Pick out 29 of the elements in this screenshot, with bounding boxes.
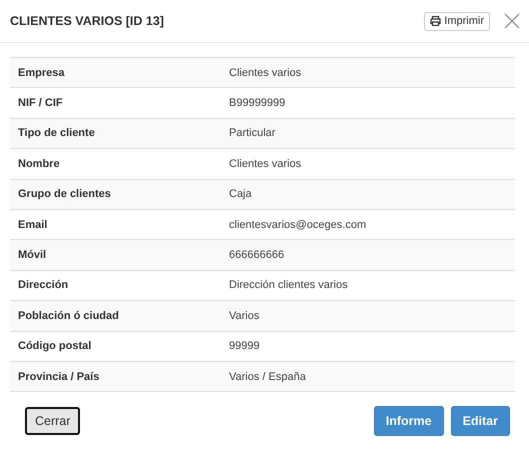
field-value: Varios / España (229, 370, 306, 383)
field-value: Caja (229, 188, 252, 200)
field-value: Varios (229, 310, 260, 322)
field-value: 666666666 (229, 249, 284, 262)
field-label: Grupo de clientes (17, 188, 112, 200)
field-value: 99999 (229, 340, 260, 352)
field-label: NIF / CIF (17, 97, 64, 110)
field-value: Particular (229, 127, 276, 140)
field-label: Email (17, 218, 48, 231)
field-value: Clientes varios (229, 66, 302, 79)
window-title: CLIENTES VARIOS [ID 13] (10, 14, 165, 28)
report-button[interactable]: Informe (374, 406, 444, 436)
field-label: Provincia / País (17, 370, 100, 383)
field-label: Código postal (17, 340, 92, 352)
field-label: Población ó ciudad (17, 310, 120, 322)
printer-icon (430, 16, 442, 26)
edit-button[interactable]: Editar (450, 406, 510, 436)
field-label: Móvil (17, 249, 48, 262)
print-button[interactable]: Imprimir (424, 12, 490, 30)
field-value: B99999999 (229, 97, 286, 110)
field-label: Tipo de cliente (17, 127, 96, 140)
field-label: Dirección (17, 279, 70, 292)
field-label: Empresa (17, 66, 66, 79)
field-value: Clientes varios (229, 158, 302, 170)
field-value: clientesvarios@oceges.com (229, 218, 366, 231)
close-button[interactable]: Cerrar (25, 407, 80, 436)
field-value: Dirección clientes varios (229, 279, 348, 292)
close-icon[interactable] (503, 12, 521, 30)
field-label: Nombre (17, 158, 61, 170)
